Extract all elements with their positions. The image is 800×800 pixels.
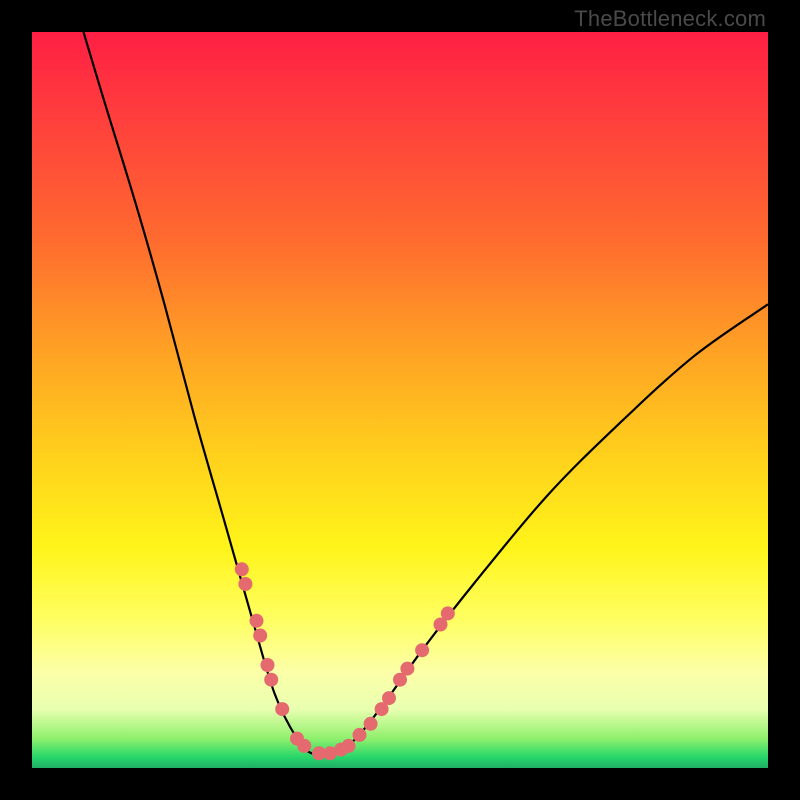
chart-frame: TheBottleneck.com xyxy=(0,0,800,800)
data-point-marker xyxy=(275,702,289,716)
data-point-markers xyxy=(235,562,455,760)
data-point-marker xyxy=(261,658,275,672)
data-point-marker xyxy=(415,643,429,657)
data-point-marker xyxy=(353,728,367,742)
data-point-marker xyxy=(342,739,356,753)
data-point-marker xyxy=(382,691,396,705)
data-point-marker xyxy=(238,577,252,591)
data-point-marker xyxy=(400,662,414,676)
data-point-marker xyxy=(264,673,278,687)
data-point-marker xyxy=(297,739,311,753)
data-point-marker xyxy=(253,629,267,643)
plot-area xyxy=(32,32,768,768)
data-point-marker xyxy=(364,717,378,731)
data-point-marker xyxy=(250,614,264,628)
data-point-marker xyxy=(235,562,249,576)
attribution-watermark: TheBottleneck.com xyxy=(574,6,766,32)
bottleneck-curve-svg xyxy=(32,32,768,768)
data-point-marker xyxy=(441,606,455,620)
